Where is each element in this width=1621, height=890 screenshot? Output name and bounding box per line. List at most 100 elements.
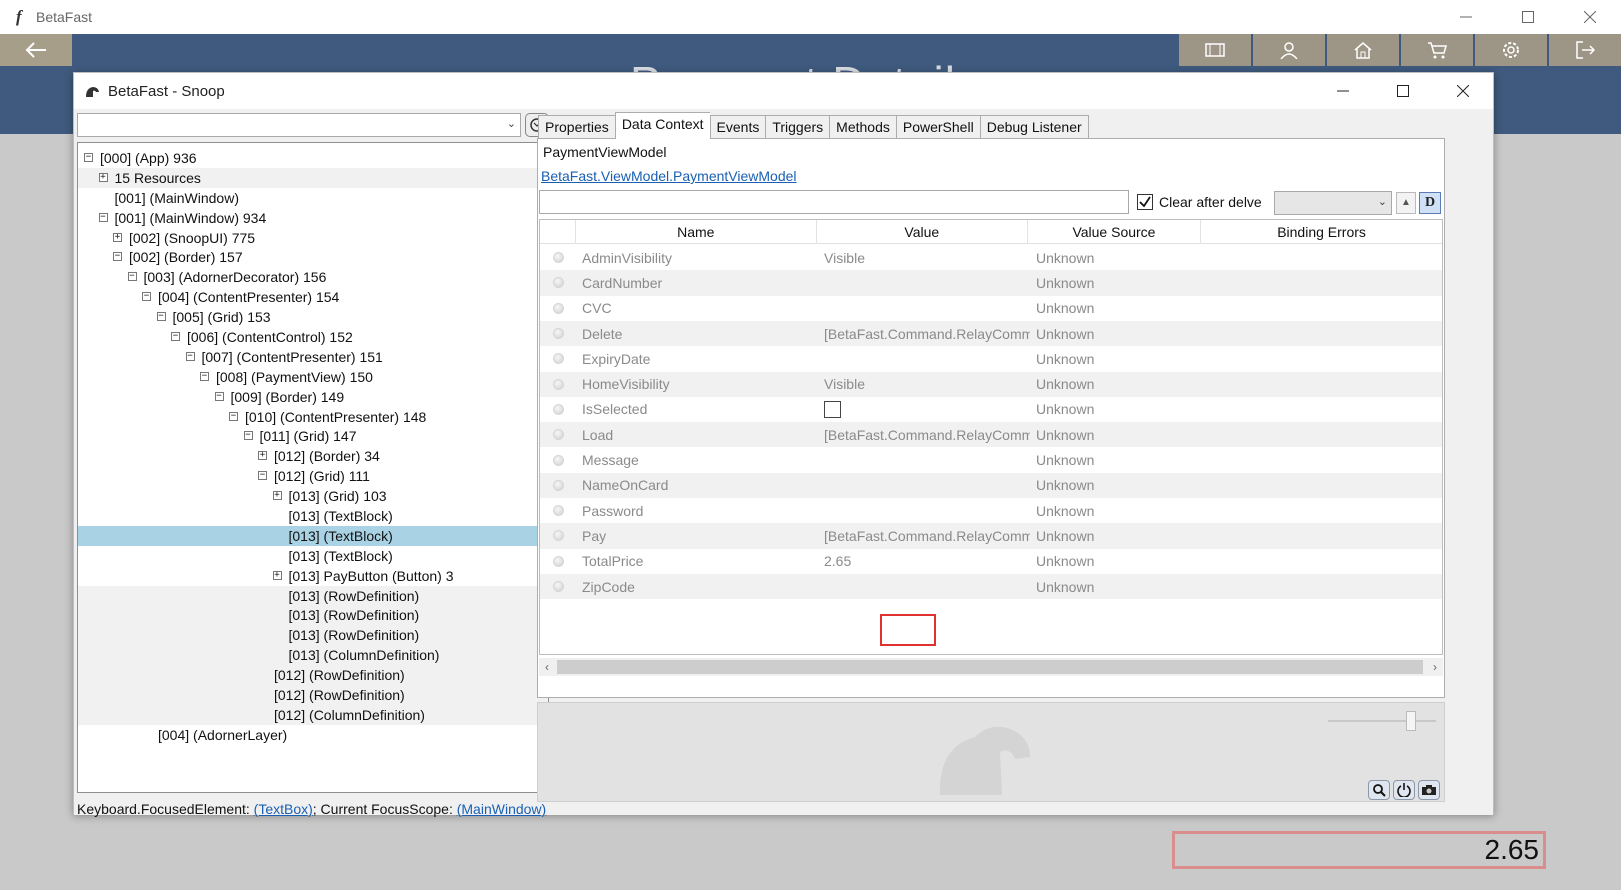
tree-node[interactable]: [013] (TextBlock) [78, 546, 548, 566]
home-button[interactable] [1327, 34, 1399, 66]
collapse-icon[interactable]: − [185, 351, 195, 361]
tree-node[interactable]: + [013] PayButton (Button) 3 [78, 566, 548, 586]
tree-node[interactable]: [013] (ColumnDefinition) [78, 645, 548, 666]
tree-node[interactable]: − [010] (ContentPresenter) 148 [78, 407, 548, 427]
clear-after-delve-option[interactable]: Clear after delve [1137, 194, 1262, 210]
tree-node[interactable]: − [006] (ContentControl) 152 [78, 327, 548, 347]
tab-events[interactable]: Events [709, 115, 766, 139]
tree-node[interactable]: [012] (RowDefinition) [78, 665, 548, 686]
column-header-binding-errors[interactable]: Binding Errors [1201, 220, 1442, 244]
focused-element-link[interactable]: (TextBox) [254, 801, 313, 817]
property-row[interactable]: Load [BetaFast.Command.RelayCommand] Unkno… [540, 422, 1442, 448]
property-row[interactable]: ExpiryDate Unknown [540, 346, 1442, 371]
tab-properties[interactable]: Properties [538, 115, 615, 139]
tree-node[interactable]: [012] (ColumnDefinition) [78, 704, 548, 725]
column-header-value[interactable]: Value [817, 220, 1028, 244]
movies-button[interactable] [1179, 34, 1251, 66]
property-row[interactable]: Message Unknown [540, 447, 1442, 472]
collapse-icon[interactable]: − [142, 292, 151, 302]
tree-node[interactable]: [013] (RowDefinition) [78, 605, 548, 626]
settings-button[interactable] [1475, 34, 1547, 66]
default-values-button[interactable]: D [1419, 192, 1441, 214]
account-button[interactable] [1253, 34, 1325, 66]
tree-node[interactable]: [013] (TextBlock) [78, 506, 548, 526]
property-row[interactable]: TotalPrice 2.65 Unknown [540, 549, 1442, 574]
tree-node[interactable]: − [012] (Grid) 111 [78, 466, 548, 486]
zoom-slider-thumb[interactable] [1406, 711, 1416, 731]
property-value[interactable]: 2.65 [818, 553, 1030, 569]
grid-horizontal-scrollbar[interactable]: ‹ › [539, 658, 1443, 676]
property-row[interactable]: IsSelected Unknown [540, 397, 1442, 422]
tree-node[interactable]: +15 Resources [78, 167, 548, 188]
collapse-icon[interactable]: − [98, 212, 108, 222]
snoop-close-button[interactable] [1433, 73, 1493, 109]
power-button[interactable] [1393, 780, 1415, 800]
tab-triggers[interactable]: Triggers [765, 115, 830, 139]
tree-node[interactable]: − [003] (AdornerDecorator) 156 [78, 267, 548, 287]
tree-node[interactable]: − [007] (ContentPresenter) 151 [78, 347, 548, 367]
focus-scope-link[interactable]: (MainWindow) [457, 801, 546, 817]
property-row[interactable]: ZipCode Unknown [540, 573, 1442, 600]
collapse-icon[interactable]: − [156, 312, 166, 322]
maximize-button[interactable] [1497, 0, 1559, 34]
tree-node[interactable]: − [000] (App) 936 [78, 148, 548, 168]
tree-node[interactable]: − [004] (ContentPresenter) 154 [78, 287, 548, 307]
snoop-minimize-button[interactable] [1313, 73, 1373, 109]
cart-button[interactable] [1401, 34, 1473, 66]
tab-data-context[interactable]: Data Context [614, 112, 710, 139]
expand-icon[interactable]: + [113, 232, 122, 242]
zoom-slider-track[interactable] [1328, 720, 1436, 722]
property-value[interactable]: Visible [818, 250, 1030, 266]
chevron-right-icon[interactable]: › [1427, 658, 1443, 676]
property-row[interactable]: Password Unknown [540, 498, 1442, 523]
property-row[interactable]: Delete [BetaFast.Command.RelayCommand] Unk… [540, 320, 1442, 347]
property-row[interactable]: Pay [BetaFast.Command.RelayCommand] Unknow… [540, 523, 1442, 549]
property-row[interactable]: CVC Unknown [540, 296, 1442, 321]
property-row[interactable]: CardNumber Unknown [540, 270, 1442, 296]
tree-node[interactable]: [012] (RowDefinition) [78, 685, 548, 705]
property-value[interactable] [818, 400, 1030, 418]
back-button[interactable] [0, 34, 72, 66]
tree-node[interactable]: [013] (TextBlock) [78, 525, 548, 546]
property-value[interactable]: [BetaFast.Command.RelayCommand] [818, 326, 1030, 342]
property-value[interactable]: [BetaFast.Command.RelayCommand] [818, 528, 1030, 544]
tree-node[interactable]: − [005] (Grid) 153 [78, 307, 548, 327]
collapse-icon[interactable]: − [243, 431, 253, 441]
tree-node[interactable]: [013] (RowDefinition) [78, 585, 548, 606]
property-row[interactable]: AdminVisibility Visible Unknown [540, 245, 1442, 270]
visual-tree[interactable]: − [000] (App) 936 +15 Resources [001] (Main… [77, 142, 549, 793]
clear-after-delve-checkbox[interactable] [1137, 194, 1153, 210]
tree-node[interactable]: − [008] (PaymentView) 150 [78, 367, 548, 387]
up-level-button[interactable]: ▲ [1396, 192, 1416, 214]
property-row[interactable]: NameOnCard Unknown [540, 472, 1442, 498]
view-model-type-link[interactable]: BetaFast.ViewModel.PaymentViewModel [541, 168, 797, 184]
chevron-left-icon[interactable]: ‹ [539, 658, 555, 676]
tree-node[interactable]: [013] (RowDefinition) [78, 625, 548, 646]
collapse-icon[interactable]: − [84, 153, 93, 162]
tab-debug-listener[interactable]: Debug Listener [979, 115, 1089, 139]
expand-icon[interactable]: + [98, 172, 108, 182]
tree-node[interactable]: − [001] (MainWindow) 934 [78, 208, 548, 228]
tab-powershell[interactable]: PowerShell [895, 115, 980, 139]
tab-methods[interactable]: Methods [829, 115, 896, 139]
column-header-value-source[interactable]: Value Source [1028, 220, 1202, 244]
column-header-name[interactable]: Name [576, 220, 817, 244]
minimize-button[interactable] [1435, 0, 1497, 34]
is-selected-checkbox[interactable] [824, 400, 841, 418]
tree-node[interactable]: + [002] (SnoopUI) 775 [78, 228, 548, 248]
collapse-icon[interactable]: − [200, 371, 209, 381]
logout-button[interactable] [1549, 34, 1621, 66]
property-group-combo[interactable]: ⌄ [1274, 191, 1392, 215]
tree-node[interactable]: − [009] (Border) 149 [78, 387, 548, 407]
snoop-maximize-button[interactable] [1373, 73, 1433, 109]
property-filter-input[interactable] [539, 190, 1129, 214]
tree-node[interactable]: + [013] (Grid) 103 [78, 486, 548, 506]
tree-node[interactable]: [001] (MainWindow) [78, 188, 548, 208]
tree-node[interactable]: + [012] (Border) 34 [78, 446, 548, 466]
magnify-button[interactable] [1368, 780, 1390, 800]
expand-icon[interactable]: + [272, 491, 282, 501]
collapse-icon[interactable]: − [113, 252, 122, 262]
collapse-icon[interactable]: − [127, 272, 137, 282]
tree-filter-combo[interactable]: ⌄ [77, 113, 521, 137]
expand-icon[interactable]: + [272, 570, 282, 580]
